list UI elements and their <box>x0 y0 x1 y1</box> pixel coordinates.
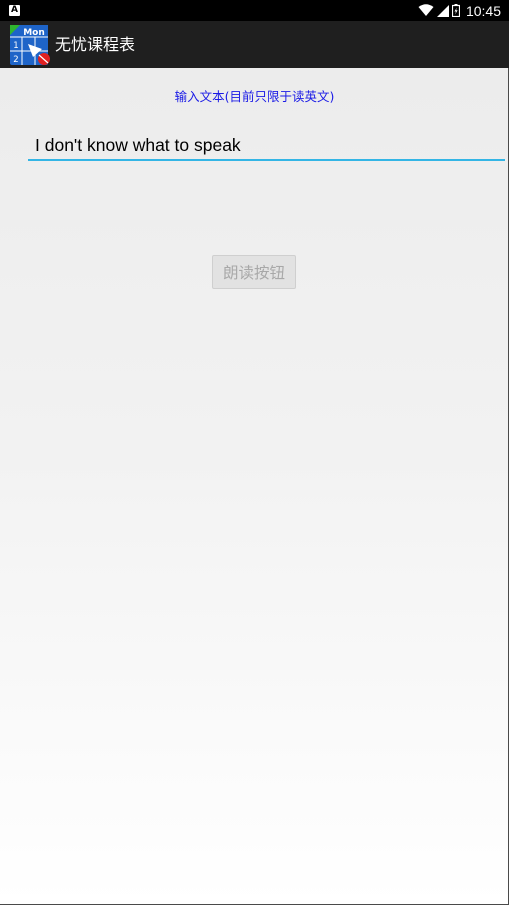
app-logo-icon[interactable]: Mon 1 2 <box>9 24 51 66</box>
logo-text: Mon <box>23 28 45 38</box>
speech-text-input[interactable] <box>28 131 505 161</box>
status-bar: A 10:45 <box>0 0 509 21</box>
app-title: 无忧课程表 <box>55 35 136 54</box>
logo-number-1: 1 <box>13 41 18 51</box>
read-aloud-button[interactable]: 朗读按钮 <box>212 255 296 289</box>
notification-icon: A <box>9 5 20 16</box>
status-time: 10:45 <box>465 2 501 19</box>
battery-icon <box>451 4 460 17</box>
app-screen: A 10:45 Mon 1 2 无忧课程表 输入文本(目前只限于读英文) I d… <box>0 0 509 905</box>
status-icons: 10:45 <box>418 0 501 21</box>
signal-icon <box>436 4 449 17</box>
wifi-icon <box>418 4 434 16</box>
action-bar: Mon 1 2 无忧课程表 <box>0 21 509 68</box>
logo-number-2: 2 <box>13 55 18 65</box>
input-prompt-label: 输入文本(目前只限于读英文) <box>174 89 335 104</box>
